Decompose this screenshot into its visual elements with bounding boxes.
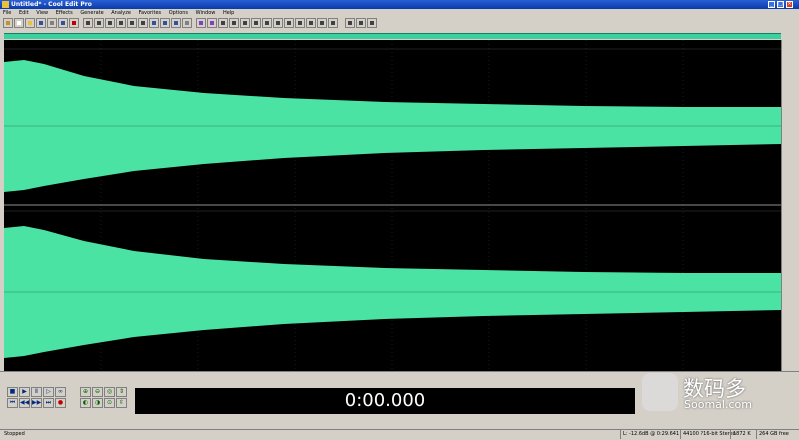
stop-icon[interactable]: ■ [7,387,18,397]
zoom-in-icon[interactable]: ⊕ [80,387,91,397]
maximize-icon[interactable]: □ [777,1,784,8]
effect-button[interactable] [317,18,327,28]
redo-button[interactable] [160,18,170,28]
menu-effects[interactable]: Effects [56,10,73,16]
help-button[interactable] [356,18,366,28]
status-size: 1872 K [730,430,751,439]
overview-scrollbar[interactable] [4,33,781,39]
eq-button[interactable] [306,18,316,28]
menu-edit[interactable]: Edit [19,10,29,16]
go-to-start-icon[interactable]: ⏮ [7,398,18,408]
menu-options[interactable]: Options [169,10,188,16]
record-settings-button[interactable] [69,18,79,28]
menu-help[interactable]: Help [223,10,234,16]
status-free: 264 GB free [756,430,789,439]
zoom-right-icon[interactable]: ◑ [92,398,103,408]
open-file-button[interactable] [25,18,35,28]
new-file-button[interactable] [14,18,24,28]
menu-bar: File Edit View Effects Generate Analyze … [0,9,799,17]
menu-generate[interactable]: Generate [80,10,103,16]
window-title: Untitled* - Cool Edit Pro [11,1,92,8]
menu-view[interactable]: View [36,10,48,16]
status-format: 44100 ?16-bit Stereo [680,430,736,439]
play-icon[interactable]: ▶ [19,387,30,397]
minimize-icon[interactable]: _ [768,1,775,8]
play-to-end-icon[interactable]: ▷ [43,387,54,397]
title-bar: Untitled* - Cool Edit Pro _ □ × [0,0,799,9]
rewind-icon[interactable]: ◀◀ [19,398,30,408]
record-icon[interactable]: ● [55,398,66,408]
soomal-logo-icon [642,373,678,411]
loop-icon[interactable]: ∞ [55,387,66,397]
stretch-button[interactable] [251,18,261,28]
paste-button[interactable] [105,18,115,28]
amplitude-ruler [781,40,799,371]
watermark-en: Soomal.com [684,398,752,411]
zoom-out-icon[interactable]: ⊖ [92,387,103,397]
pause-icon[interactable]: Ⅱ [31,387,42,397]
waveform-display[interactable] [4,40,781,371]
multitrack-view-button[interactable] [3,18,13,28]
zoom-vertical-in-icon[interactable]: ⇕ [116,387,127,397]
tool-a-button[interactable] [182,18,192,28]
repeat-button[interactable] [171,18,181,28]
status-state: Stopped [4,431,25,437]
menu-file[interactable]: File [3,10,11,16]
filter-button[interactable] [284,18,294,28]
undo-button[interactable] [149,18,159,28]
zoom-left-icon[interactable]: ◐ [80,398,91,408]
zoom-vertical-out-icon[interactable]: ⇳ [116,398,127,408]
waveform-svg [4,40,781,371]
go-to-end-icon[interactable]: ⏭ [43,398,54,408]
time-display: 0:00.000 [135,388,635,414]
fast-forward-icon[interactable]: ▶▶ [31,398,42,408]
envelope-button[interactable] [229,18,239,28]
delay-button[interactable] [262,18,272,28]
copy-button[interactable] [94,18,104,28]
amplify-button[interactable] [218,18,228,28]
menu-analyze[interactable]: Analyze [111,10,131,16]
status-level: L: -12.6dB @ 0:29.641 [620,430,679,439]
normalize-button[interactable] [240,18,250,28]
zoom-selection-icon[interactable]: ⊙ [104,398,115,408]
noise-button[interactable] [295,18,305,28]
app-icon [2,1,9,8]
reverb-button[interactable] [273,18,283,28]
close-icon[interactable]: × [786,1,793,8]
menu-window[interactable]: Window [196,10,216,16]
waveform-display-button[interactable] [196,18,206,28]
wave-tool-button[interactable] [58,18,68,28]
tool-b-button[interactable] [367,18,377,28]
delete-button[interactable] [138,18,148,28]
menu-favorites[interactable]: Favorites [139,10,162,16]
watermark: 数码多 Soomal.com [640,370,799,415]
trim-button[interactable] [127,18,137,28]
zoom-full-icon[interactable]: ◎ [104,387,115,397]
status-bar: Stopped L: -12.6dB @ 0:29.641 44100 ?16-… [0,429,799,440]
effect-b-button[interactable] [328,18,338,28]
toolbar [0,17,799,30]
cut-button[interactable] [83,18,93,28]
spectral-display-button[interactable] [207,18,217,28]
settings-button[interactable] [47,18,57,28]
mix-paste-button[interactable] [116,18,126,28]
graph-button[interactable] [345,18,355,28]
save-button[interactable] [36,18,46,28]
